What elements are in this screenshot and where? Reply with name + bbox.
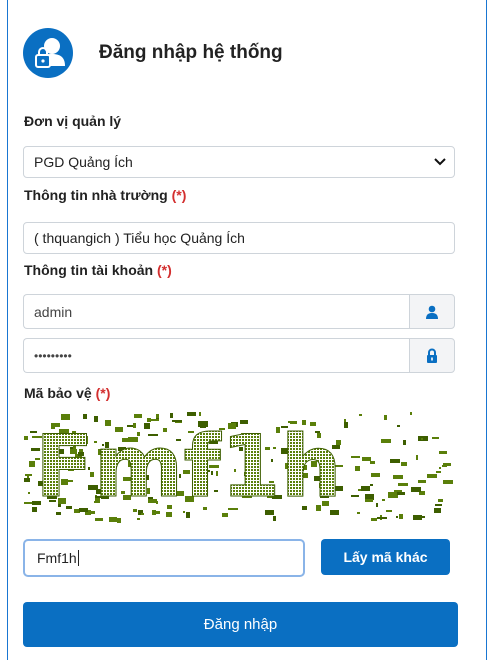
- required-mark: (*): [157, 262, 172, 278]
- password-group: •••••••••: [23, 338, 455, 373]
- captcha-noise: [361, 486, 370, 491]
- captcha-noise: [24, 436, 28, 440]
- captcha-noise: [362, 457, 371, 461]
- captcha-noise: [398, 483, 408, 486]
- username-value: admin: [34, 303, 73, 320]
- captcha-noise: [421, 438, 423, 440]
- captcha-noise: [109, 517, 117, 522]
- user-lock-icon: [23, 28, 73, 78]
- captcha-noise: [27, 474, 29, 478]
- captcha-noise: [418, 480, 426, 483]
- captcha-noise: [24, 478, 30, 482]
- captcha-noise: [365, 499, 373, 502]
- account-label: Thông tin tài khoản (*): [24, 262, 172, 278]
- captcha-noise: [397, 425, 400, 427]
- captcha-input[interactable]: Fmf1h: [23, 539, 305, 577]
- captcha-image: Fmf1h: [23, 412, 453, 529]
- captcha-noise: [137, 518, 140, 520]
- captcha-noise: [413, 515, 422, 520]
- captcha-noise: [382, 499, 385, 501]
- unit-label-text: Đơn vị quản lý: [24, 113, 122, 129]
- captcha-noise: [442, 465, 447, 467]
- captcha-noise: [396, 516, 398, 518]
- captcha-noise: [355, 466, 360, 471]
- text-caret: [77, 550, 79, 566]
- captcha-label: Mã bảo vệ (*): [24, 385, 110, 401]
- username-group: admin: [23, 294, 455, 329]
- captcha-noise: [370, 461, 375, 464]
- captcha-noise: [386, 510, 392, 512]
- school-label: Thông tin nhà trường (*): [24, 187, 186, 203]
- required-mark: (*): [171, 187, 187, 203]
- captcha-noise: [422, 516, 425, 518]
- login-header: Đăng nhập hệ thống: [23, 28, 283, 78]
- captcha-noise: [427, 474, 437, 478]
- captcha-noise: [187, 412, 196, 416]
- chevron-down-icon: [434, 155, 446, 169]
- captcha-label-text: Mã bảo vệ: [24, 385, 92, 401]
- captcha-noise: [117, 518, 121, 523]
- captcha-noise: [435, 504, 442, 506]
- captcha-noise: [384, 415, 387, 420]
- captcha-noise: [370, 484, 373, 486]
- school-field[interactable]: ( thquangich ) Tiểu học Quảng Ích: [23, 222, 455, 254]
- captcha-noise: [432, 437, 439, 439]
- captcha-noise: [371, 473, 380, 477]
- captcha-noise: [439, 467, 441, 469]
- captcha-noise: [439, 451, 447, 454]
- captcha-input-value: Fmf1h: [37, 550, 77, 566]
- password-value: •••••••••: [34, 348, 72, 363]
- captcha-noise: [393, 475, 403, 479]
- required-mark: (*): [95, 385, 111, 401]
- captcha-noise: [359, 414, 362, 416]
- unit-select[interactable]: PGD Quảng Ích: [23, 146, 455, 178]
- captcha-noise: [399, 514, 403, 519]
- captcha-noise: [411, 487, 421, 492]
- captcha-noise: [24, 502, 33, 504]
- lock-icon: [409, 338, 455, 373]
- captcha-noise: [390, 459, 400, 463]
- account-label-text: Thông tin tài khoản: [24, 262, 154, 278]
- page-title: Đăng nhập hệ thống: [99, 42, 283, 63]
- login-panel: Đăng nhập hệ thống Đơn vị quản lý PGD Qu…: [7, 0, 487, 660]
- captcha-noise: [438, 499, 443, 502]
- captcha-noise: [376, 503, 378, 507]
- captcha-noise: [434, 508, 441, 513]
- user-icon: [409, 294, 455, 329]
- captcha-noise: [443, 480, 453, 484]
- captcha-noise: [357, 512, 360, 514]
- captcha-noise: [371, 518, 377, 521]
- school-field-value: ( thquangich ) Tiểu học Quảng Ích: [34, 230, 245, 246]
- captcha-noise: [344, 422, 348, 428]
- captcha-noise: [95, 518, 103, 521]
- captcha-noise: [351, 495, 359, 497]
- captcha-noise: [416, 455, 418, 460]
- captcha-noise: [381, 439, 391, 443]
- login-button[interactable]: Đăng nhập: [23, 602, 458, 647]
- captcha-noise: [28, 492, 30, 494]
- captcha-noise: [401, 462, 407, 466]
- captcha-noise: [199, 412, 201, 416]
- captcha-noise: [377, 517, 387, 519]
- captcha-noise: [403, 440, 406, 445]
- refresh-captcha-button[interactable]: Lấy mã khác: [321, 539, 450, 575]
- captcha-noise: [436, 471, 441, 473]
- captcha-text: Fmf1h: [35, 417, 342, 517]
- username-input[interactable]: admin: [23, 294, 409, 329]
- captcha-noise: [351, 456, 360, 458]
- captcha-noise: [397, 492, 405, 495]
- unit-select-value: PGD Quảng Ích: [34, 154, 133, 170]
- school-label-text: Thông tin nhà trường: [24, 187, 168, 203]
- unit-label: Đơn vị quản lý: [24, 113, 121, 129]
- captcha-noise: [410, 412, 412, 415]
- password-input[interactable]: •••••••••: [23, 338, 409, 373]
